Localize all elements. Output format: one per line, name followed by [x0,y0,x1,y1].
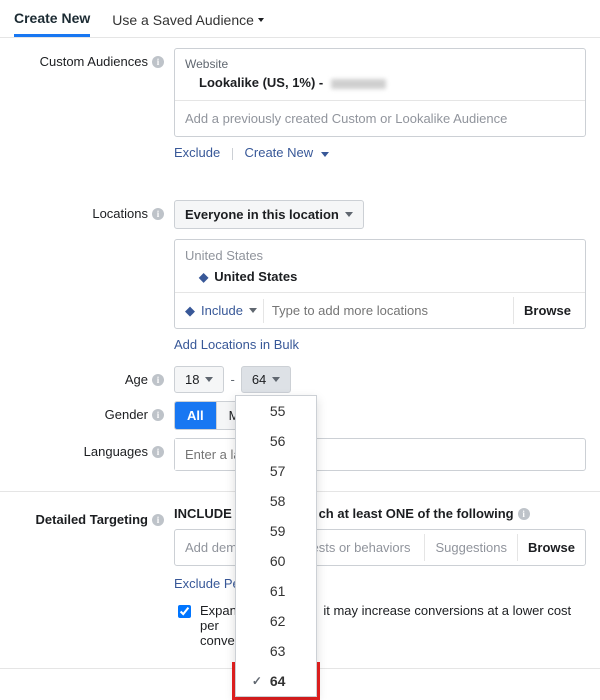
location-input[interactable] [264,297,513,324]
expand-targeting-checkbox[interactable] [178,605,191,618]
audience-source: Website [185,57,575,71]
age-min-dropdown[interactable]: 18 [174,366,224,393]
info-icon[interactable]: i [152,514,164,526]
suggestions-button[interactable]: Suggestions [424,534,517,561]
tab-saved-audience-label: Use a Saved Audience [112,12,254,28]
chevron-down-icon [205,377,213,382]
chevron-down-icon [345,212,353,217]
country-item[interactable]: ◆ United States [175,263,585,292]
separator [232,148,233,160]
check-icon: ✓ [252,674,264,688]
age-option[interactable]: 61 [236,576,316,606]
info-icon[interactable]: i [152,446,164,458]
add-audience-input[interactable]: Add a previously created Custom or Looka… [175,100,585,136]
age-option[interactable]: 60 [236,546,316,576]
detailed-targeting-label: Detailed Targeting i [14,506,174,648]
age-option[interactable]: 65+ [236,696,316,697]
location-scope-dropdown[interactable]: Everyone in this location [174,200,364,229]
chevron-down-icon [249,308,257,313]
age-row: Age i 18 - 64 [0,362,600,397]
locations-label: Locations i [14,200,174,352]
browse-locations-button[interactable]: Browse [513,297,581,324]
age-option[interactable]: 55 [236,396,316,426]
info-icon[interactable]: i [152,208,164,220]
gender-label: Gender i [14,401,174,430]
lookalike-audience-item[interactable]: Lookalike (US, 1%) - [185,71,575,92]
custom-audiences-box: Website Lookalike (US, 1%) - Add a previ… [174,48,586,137]
locations-row: Locations i Everyone in this location Un… [0,170,600,362]
age-option[interactable]: 58 [236,486,316,516]
custom-audiences-label: Custom Audiences i [14,48,174,160]
languages-label: Languages i [14,438,174,471]
add-locations-bulk-link[interactable]: Add Locations in Bulk [174,337,299,352]
age-option[interactable]: 56 [236,426,316,456]
exclude-link[interactable]: Exclude [174,145,220,160]
locations-box: United States ◆ United States ◆ Include … [174,239,586,329]
age-option[interactable]: 62 [236,606,316,636]
browse-detailed-button[interactable]: Browse [517,534,585,561]
redacted-name [331,79,386,89]
audience-tabs: Create New Use a Saved Audience [0,0,600,38]
age-option[interactable]: 59 [236,516,316,546]
age-label: Age i [14,366,174,393]
info-icon[interactable]: i [152,56,164,68]
map-pin-icon: ◆ [199,270,208,284]
chevron-down-icon [258,18,264,22]
chevron-down-icon [272,377,280,382]
region-header: United States [175,240,585,263]
chevron-down-icon [321,152,329,157]
age-option[interactable]: ✓64 [236,666,316,696]
gender-all-button[interactable]: All [175,402,217,429]
info-icon[interactable]: i [152,409,164,421]
info-icon[interactable]: i [152,374,164,386]
include-dropdown[interactable]: ◆ Include [179,299,264,323]
include-heading: INCLUDE pe ch at least ONE of the follow… [174,506,530,521]
tab-saved-audience[interactable]: Use a Saved Audience [112,2,264,36]
age-max-options-list[interactable]: 555657585960616263✓6465+ [235,395,317,697]
create-new-link[interactable]: Create New [245,145,329,160]
info-icon[interactable]: i [518,508,530,520]
age-max-dropdown[interactable]: 64 [241,366,291,393]
custom-audiences-row: Custom Audiences i Website Lookalike (US… [0,38,600,170]
age-option[interactable]: 63 [236,636,316,666]
tab-create-new[interactable]: Create New [14,0,90,37]
age-option[interactable]: 57 [236,456,316,486]
